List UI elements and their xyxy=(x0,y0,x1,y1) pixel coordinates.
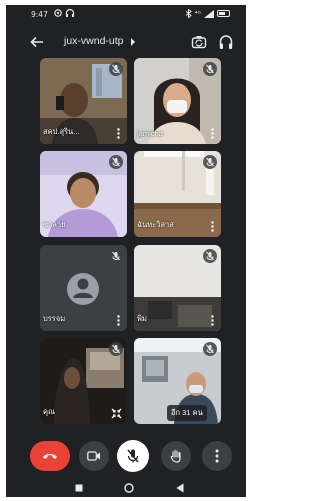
minimize-self-view-icon[interactable] xyxy=(111,408,122,419)
camera-button[interactable] xyxy=(79,441,109,471)
meeting-header: jux-vwnd-utp xyxy=(6,27,246,57)
participant-tile-1[interactable]: สคป.สุริน... xyxy=(40,58,127,144)
call-controls xyxy=(6,435,246,477)
mic-off-icon xyxy=(109,342,123,356)
participant-tile-3[interactable]: ชาลาย xyxy=(40,151,127,237)
mic-off-icon xyxy=(109,249,123,263)
camera-switch-icon[interactable] xyxy=(191,34,207,50)
more-options-icon[interactable] xyxy=(211,221,214,232)
raise-hand-button[interactable] xyxy=(161,441,191,471)
self-view-tile[interactable]: คุณ xyxy=(40,338,127,424)
participant-name-6: พิม xyxy=(137,314,147,323)
chevron-right-icon[interactable] xyxy=(130,38,136,46)
participant-name-3: ชาลาย xyxy=(43,220,66,229)
mic-off-icon xyxy=(203,155,217,169)
status-time: 9:47 xyxy=(31,10,48,19)
more-options-icon[interactable] xyxy=(117,128,120,139)
headphones-icon xyxy=(65,8,75,17)
participant-name-self: คุณ xyxy=(43,407,55,416)
mic-button[interactable] xyxy=(117,440,149,472)
participant-tile-5[interactable]: บรรจม xyxy=(40,245,127,331)
network-label: ⁴ᴳ xyxy=(194,9,201,18)
mic-off-icon xyxy=(203,342,217,356)
participant-name-1: สคป.สุริน... xyxy=(43,127,80,136)
more-vert-icon xyxy=(215,449,219,463)
mic-off-icon xyxy=(109,62,123,76)
more-options-button[interactable] xyxy=(202,441,232,471)
bluetooth-icon xyxy=(185,9,192,18)
end-call-icon xyxy=(43,454,57,459)
back-arrow-icon[interactable] xyxy=(30,35,44,49)
more-options-icon[interactable] xyxy=(117,315,120,326)
participant-tile-6[interactable]: พิม xyxy=(134,245,221,331)
end-call-button[interactable] xyxy=(30,441,70,471)
raise-hand-icon xyxy=(170,449,181,463)
participant-name-5: บรรจม xyxy=(43,314,66,323)
more-options-icon[interactable] xyxy=(211,315,214,326)
participant-tile-2[interactable]: jamicha xyxy=(134,58,221,144)
mic-off-icon xyxy=(203,62,217,76)
participant-name-2: jamicha xyxy=(137,129,163,138)
mic-off-icon xyxy=(109,155,123,169)
gear-icon xyxy=(54,9,62,17)
camera-icon xyxy=(87,451,100,461)
meet-screen: 9:47 ⁴ᴳ jux-vwnd-utp สคป.สุริน... jamich… xyxy=(6,5,246,497)
battery-icon xyxy=(217,10,230,17)
participant-tile-4[interactable]: ฉันทะวิลาส xyxy=(134,151,221,237)
mic-off-icon xyxy=(127,449,139,463)
status-right: ⁴ᴳ xyxy=(185,9,230,18)
more-options-icon[interactable] xyxy=(211,128,214,139)
mic-off-icon xyxy=(203,249,217,263)
meeting-code[interactable]: jux-vwnd-utp xyxy=(64,35,124,47)
participant-name-4: ฉันทะวิลาส xyxy=(137,220,174,229)
system-nav-bar xyxy=(6,479,246,497)
audio-output-icon[interactable] xyxy=(219,34,233,50)
recents-icon[interactable] xyxy=(75,484,83,492)
home-icon[interactable] xyxy=(124,483,134,493)
signal-icon xyxy=(204,9,214,18)
others-count-badge[interactable]: อีก 31 คน xyxy=(167,405,207,421)
back-icon[interactable] xyxy=(176,483,184,493)
status-bar: 9:47 ⁴ᴳ xyxy=(6,5,246,23)
participant-tile-8[interactable]: อีก 31 คน xyxy=(134,338,221,424)
